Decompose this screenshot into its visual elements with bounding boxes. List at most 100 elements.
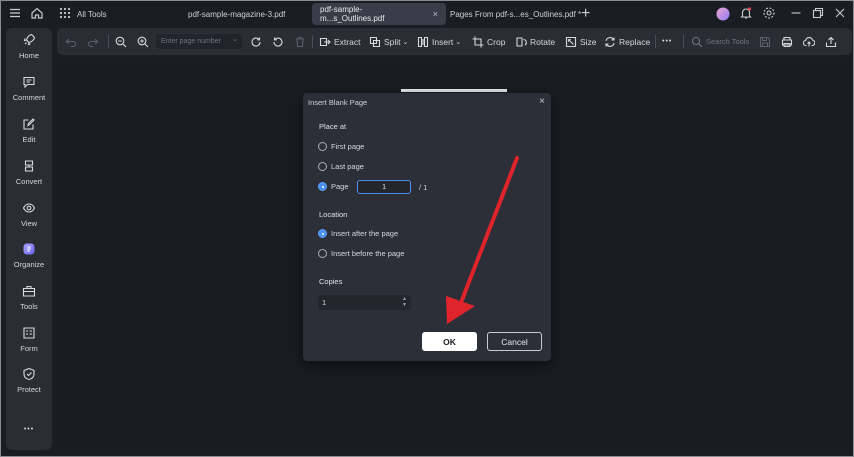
radio-label: Page — [331, 182, 349, 191]
convert-icon — [24, 160, 34, 172]
toolbar-divider — [108, 35, 109, 48]
dialog-close-icon[interactable]: × — [539, 96, 545, 107]
close-window-icon[interactable] — [833, 6, 847, 20]
chevron-down-icon: ⌄ — [455, 38, 462, 46]
size-button[interactable]: Size — [565, 28, 597, 55]
redo-icon[interactable] — [87, 28, 102, 55]
edit-icon — [23, 118, 35, 130]
rotate-icon — [516, 36, 527, 47]
comment-icon — [23, 76, 35, 89]
more-options-button[interactable]: ••• — [6, 426, 52, 440]
tab-pages-from[interactable]: Pages From pdf-s...es_Outlines.pdf * — [442, 3, 589, 25]
rotate-left-icon[interactable] — [272, 28, 287, 55]
share-icon[interactable] — [825, 28, 840, 55]
replace-label: Replace — [619, 36, 651, 47]
refresh-icon[interactable] — [250, 28, 265, 55]
insert-icon — [417, 36, 429, 47]
delete-icon[interactable] — [294, 28, 309, 55]
tab-label: Pages From pdf-s...es_Outlines.pdf * — [450, 9, 582, 19]
radio-first-page[interactable]: First page — [318, 142, 364, 151]
sidebar-item-home[interactable]: Home — [6, 33, 52, 71]
insert-label: Insert — [432, 36, 454, 47]
zoom-out-icon[interactable] — [115, 28, 130, 55]
sidebar-item-organize[interactable]: Organize — [6, 242, 52, 280]
radio-label: Last page — [331, 162, 364, 171]
sidebar-label: Form — [20, 344, 38, 353]
close-tab-icon[interactable]: × — [433, 9, 438, 19]
all-tools-button[interactable]: All Tools — [77, 0, 107, 28]
split-icon — [369, 36, 381, 47]
search-tools-input[interactable]: Search Tools — [691, 28, 749, 55]
left-sidebar: Home Comment Edit Convert View Organize … — [6, 28, 52, 450]
stepper-arrows-icon[interactable]: ▲ ▼ — [402, 295, 407, 308]
bell-icon[interactable] — [739, 6, 753, 20]
home-icon[interactable] — [30, 6, 44, 20]
chevron-down-icon: ⌄ — [402, 38, 409, 46]
radio-button[interactable] — [318, 249, 327, 258]
rocket-icon — [23, 33, 36, 46]
grid-icon[interactable] — [58, 6, 72, 20]
hamburger-menu-icon[interactable] — [8, 6, 22, 20]
radio-last-page[interactable]: Last page — [318, 162, 364, 171]
minimize-icon[interactable] — [789, 6, 803, 20]
size-label: Size — [580, 36, 597, 47]
radio-button[interactable] — [318, 142, 327, 151]
toolbar-more-button[interactable]: ••• — [662, 28, 672, 55]
ok-button[interactable]: OK — [422, 332, 477, 351]
cloud-upload-icon[interactable] — [803, 28, 818, 55]
tab-magazine[interactable]: pdf-sample-magazine-3.pdf — [180, 3, 293, 25]
copies-value: 1 — [322, 298, 327, 307]
radio-button[interactable] — [318, 162, 327, 171]
new-tab-button[interactable]: + — [581, 0, 590, 28]
radio-label: Insert after the page — [331, 229, 399, 238]
page-toolbar: Enter page number ⌄ Extract Split ⌄ Inse… — [57, 28, 852, 55]
print-icon[interactable] — [781, 28, 796, 55]
restore-icon[interactable] — [811, 6, 825, 20]
sidebar-label: View — [20, 219, 38, 228]
sidebar-item-protect[interactable]: Protect — [6, 367, 52, 405]
title-bar: All Tools pdf-sample-magazine-3.pdf pdf-… — [0, 0, 854, 28]
undo-icon[interactable] — [65, 28, 80, 55]
sidebar-item-comment[interactable]: Comment — [6, 75, 52, 113]
sidebar-label: Protect — [17, 385, 41, 394]
sidebar-item-tools[interactable]: Tools — [6, 284, 52, 322]
radio-page[interactable]: Page — [318, 182, 349, 191]
dialog-title: Insert Blank Page — [308, 98, 368, 107]
sidebar-item-form[interactable]: Form — [6, 326, 52, 364]
sidebar-item-convert[interactable]: Convert — [6, 159, 52, 197]
tab-outlines[interactable]: pdf-sample-m...s_Outlines.pdf × — [312, 3, 446, 25]
cancel-button[interactable]: Cancel — [487, 332, 542, 351]
toolbar-divider — [312, 35, 313, 48]
sidebar-item-edit[interactable]: Edit — [6, 117, 52, 155]
radio-button-selected[interactable] — [318, 229, 327, 238]
location-heading: Location — [319, 210, 348, 219]
page-thumbnail-edge — [401, 89, 507, 92]
search-icon — [691, 36, 703, 47]
size-icon — [565, 36, 577, 47]
radio-insert-after[interactable]: Insert after the page — [318, 229, 398, 238]
radio-button-selected[interactable] — [318, 182, 327, 191]
page-number-field[interactable]: 1 — [357, 180, 411, 194]
extract-button[interactable]: Extract — [319, 28, 360, 55]
tab-label: pdf-sample-magazine-3.pdf — [188, 9, 286, 19]
copies-heading: Copies — [319, 277, 343, 286]
form-icon — [23, 327, 35, 339]
tab-label: pdf-sample-m...s_Outlines.pdf — [320, 5, 385, 23]
save-icon[interactable] — [759, 28, 774, 55]
copies-stepper[interactable]: 1 ▲ ▼ — [318, 295, 411, 310]
replace-button[interactable]: Replace — [604, 28, 650, 55]
place-at-heading: Place at — [319, 122, 347, 131]
settings-gear-icon[interactable] — [762, 6, 776, 20]
sidebar-label: Comment — [12, 93, 46, 102]
split-button[interactable]: Split ⌄ — [369, 28, 408, 55]
crop-button[interactable]: Crop — [472, 28, 505, 55]
rotate-button[interactable]: Rotate — [515, 28, 555, 55]
split-label: Split — [384, 36, 401, 47]
sidebar-item-view[interactable]: View — [6, 201, 52, 239]
zoom-in-icon[interactable] — [137, 28, 152, 55]
sidebar-label: Edit — [22, 135, 36, 144]
avatar[interactable] — [716, 7, 730, 21]
page-number-input[interactable]: Enter page number ⌄ — [156, 34, 242, 49]
radio-insert-before[interactable]: Insert before the page — [318, 249, 404, 258]
insert-button[interactable]: Insert ⌄ — [417, 28, 461, 55]
